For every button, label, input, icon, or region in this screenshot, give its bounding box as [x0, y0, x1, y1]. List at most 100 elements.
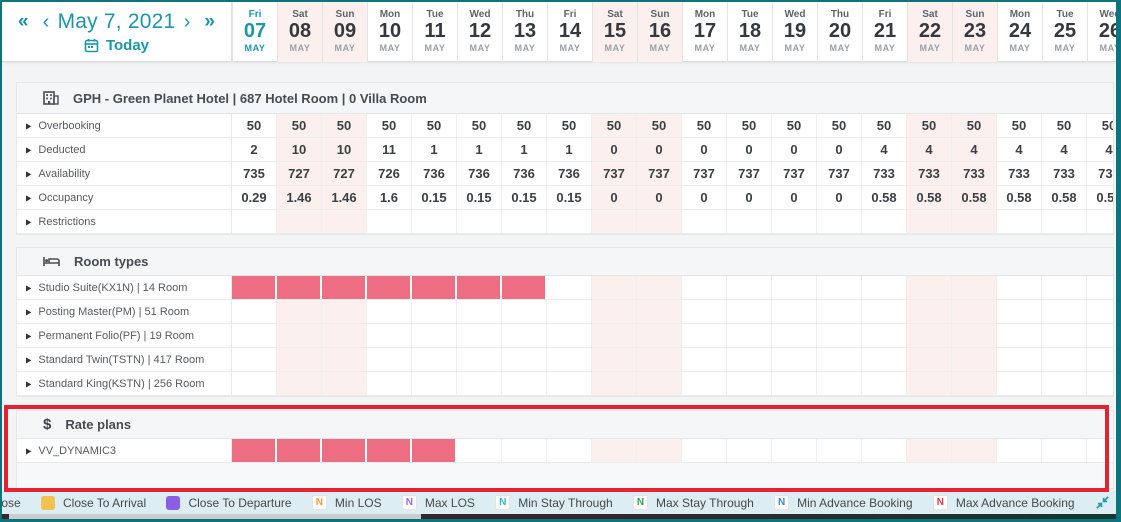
- value-cell[interactable]: [952, 210, 997, 233]
- value-cell[interactable]: 0.58: [952, 186, 997, 209]
- value-cell[interactable]: 0: [772, 186, 817, 209]
- value-cell[interactable]: 0: [727, 138, 772, 161]
- day-column[interactable]: Tue25MAY: [1042, 2, 1087, 62]
- value-cell[interactable]: 50: [997, 114, 1042, 137]
- day-column[interactable]: Tue11MAY: [412, 2, 457, 62]
- value-cell[interactable]: 50: [727, 114, 772, 137]
- value-cell[interactable]: [907, 348, 952, 371]
- value-cell[interactable]: 735: [232, 162, 277, 185]
- value-cell[interactable]: [817, 348, 862, 371]
- value-cell[interactable]: [862, 372, 907, 395]
- value-cell[interactable]: 0: [682, 186, 727, 209]
- value-cell[interactable]: [772, 300, 817, 323]
- value-cell[interactable]: [727, 210, 772, 233]
- value-cell[interactable]: 0.58: [907, 186, 952, 209]
- value-cell[interactable]: 736: [412, 162, 457, 185]
- value-cell[interactable]: 737: [682, 162, 727, 185]
- value-cell[interactable]: [637, 439, 682, 462]
- horizontal-scrollbar-track[interactable]: [2, 514, 1116, 519]
- value-cell[interactable]: 50: [592, 114, 637, 137]
- value-cell[interactable]: [727, 439, 772, 462]
- value-cell[interactable]: [322, 210, 367, 233]
- value-cell[interactable]: [367, 348, 412, 371]
- value-cell[interactable]: [637, 348, 682, 371]
- value-cell[interactable]: 4: [952, 138, 997, 161]
- value-cell[interactable]: [682, 300, 727, 323]
- value-cell[interactable]: 727: [322, 162, 367, 185]
- day-column[interactable]: Sat08MAY: [277, 2, 322, 62]
- value-cell[interactable]: 0: [637, 138, 682, 161]
- value-cell[interactable]: [277, 300, 322, 323]
- value-cell[interactable]: [367, 300, 412, 323]
- value-cell[interactable]: [1042, 439, 1087, 462]
- day-column[interactable]: Tue18MAY: [727, 2, 772, 62]
- room-type-label[interactable]: ▶Permanent Folio(PF) | 19 Room: [17, 324, 232, 347]
- value-cell[interactable]: [1087, 276, 1113, 299]
- value-cell[interactable]: [232, 276, 277, 299]
- room-type-label[interactable]: ▶Standard Twin(TSTN) | 417 Room: [17, 348, 232, 371]
- first-page-button[interactable]: «: [18, 12, 29, 32]
- hotel-metric-label[interactable]: ▶Occupancy: [17, 186, 232, 209]
- value-cell[interactable]: [952, 439, 997, 462]
- day-column[interactable]: Mon10MAY: [367, 2, 412, 62]
- value-cell[interactable]: [457, 276, 502, 299]
- value-cell[interactable]: [547, 210, 592, 233]
- value-cell[interactable]: [277, 276, 322, 299]
- value-cell[interactable]: 50: [502, 114, 547, 137]
- value-cell[interactable]: [1087, 300, 1113, 323]
- value-cell[interactable]: [637, 210, 682, 233]
- value-cell[interactable]: [862, 300, 907, 323]
- value-cell[interactable]: 4: [1087, 138, 1113, 161]
- value-cell[interactable]: [952, 300, 997, 323]
- value-cell[interactable]: [277, 348, 322, 371]
- value-cell[interactable]: [502, 276, 547, 299]
- value-cell[interactable]: 0: [817, 138, 862, 161]
- value-cell[interactable]: [412, 324, 457, 347]
- value-cell[interactable]: [997, 324, 1042, 347]
- value-cell[interactable]: [862, 439, 907, 462]
- hotel-metric-label[interactable]: ▶Deducted: [17, 138, 232, 161]
- value-cell[interactable]: 733: [997, 162, 1042, 185]
- value-cell[interactable]: [322, 372, 367, 395]
- value-cell[interactable]: 0.15: [547, 186, 592, 209]
- value-cell[interactable]: [997, 348, 1042, 371]
- value-cell[interactable]: [412, 348, 457, 371]
- value-cell[interactable]: [682, 372, 727, 395]
- value-cell[interactable]: [862, 348, 907, 371]
- value-cell[interactable]: 726: [367, 162, 412, 185]
- value-cell[interactable]: 737: [592, 162, 637, 185]
- value-cell[interactable]: 1: [547, 138, 592, 161]
- value-cell[interactable]: 1.6: [367, 186, 412, 209]
- value-cell[interactable]: 1: [502, 138, 547, 161]
- room-type-label[interactable]: ▶Posting Master(PM) | 51 Room: [17, 300, 232, 323]
- value-cell[interactable]: [637, 300, 682, 323]
- value-cell[interactable]: [592, 439, 637, 462]
- value-cell[interactable]: 1: [412, 138, 457, 161]
- value-cell[interactable]: [682, 348, 727, 371]
- value-cell[interactable]: [457, 300, 502, 323]
- value-cell[interactable]: [1042, 276, 1087, 299]
- value-cell[interactable]: 0.58: [997, 186, 1042, 209]
- value-cell[interactable]: 11: [367, 138, 412, 161]
- value-cell[interactable]: [367, 324, 412, 347]
- value-cell[interactable]: [322, 348, 367, 371]
- value-cell[interactable]: [682, 324, 727, 347]
- value-cell[interactable]: [367, 439, 412, 462]
- value-cell[interactable]: 737: [727, 162, 772, 185]
- value-cell[interactable]: 0.15: [412, 186, 457, 209]
- value-cell[interactable]: [367, 276, 412, 299]
- value-cell[interactable]: 736: [502, 162, 547, 185]
- value-cell[interactable]: [502, 300, 547, 323]
- value-cell[interactable]: 4: [997, 138, 1042, 161]
- day-column[interactable]: Mon24MAY: [997, 2, 1042, 62]
- day-column[interactable]: Wed12MAY: [457, 2, 502, 62]
- day-column[interactable]: Wed19MAY: [772, 2, 817, 62]
- value-cell[interactable]: 0.58: [862, 186, 907, 209]
- value-cell[interactable]: [322, 300, 367, 323]
- value-cell[interactable]: [1042, 348, 1087, 371]
- value-cell[interactable]: 733: [907, 162, 952, 185]
- value-cell[interactable]: [547, 439, 592, 462]
- value-cell[interactable]: [727, 300, 772, 323]
- last-page-button[interactable]: »: [204, 12, 215, 32]
- next-day-button[interactable]: ›: [184, 12, 191, 32]
